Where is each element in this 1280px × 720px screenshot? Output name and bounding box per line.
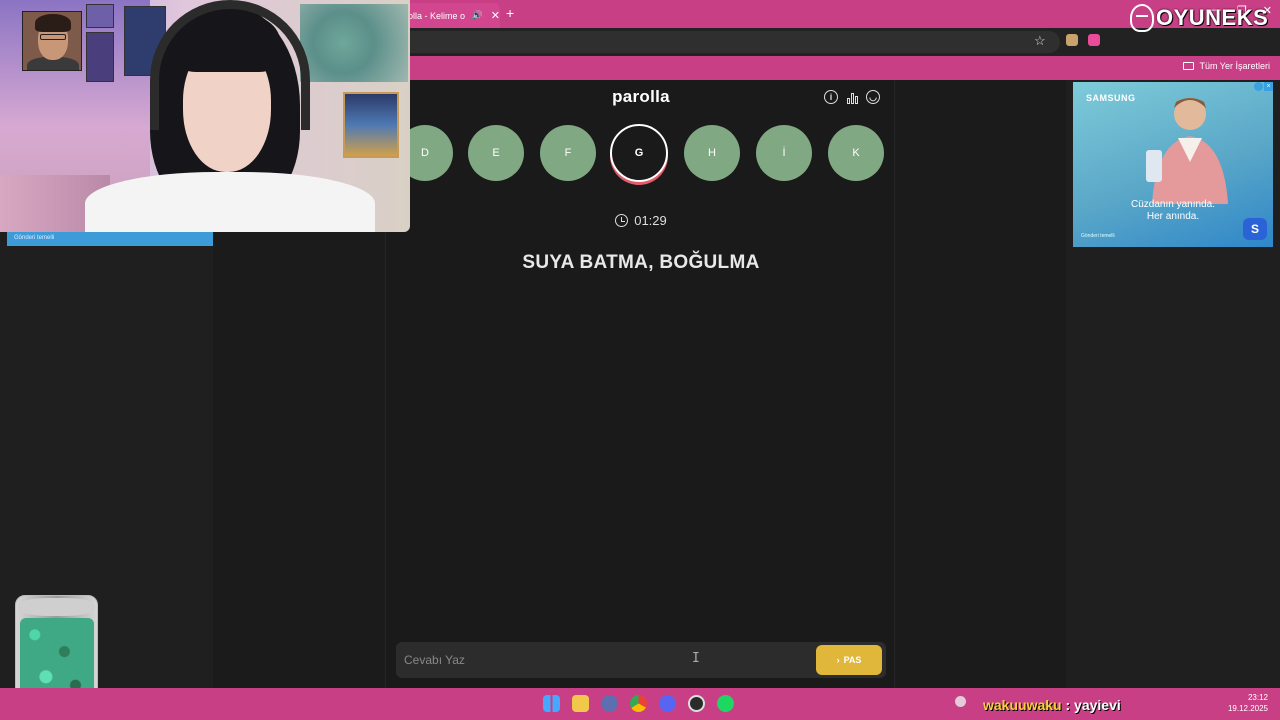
extension-icon[interactable] (1066, 34, 1078, 46)
pip-hair (35, 14, 71, 32)
letter-k: K (828, 125, 884, 181)
all-bookmarks-label: Tüm Yer İşaretleri (1199, 61, 1270, 71)
stream-name-1: wakuuwaku (983, 697, 1062, 713)
oyuneks-logo: OYUNEKS (1130, 4, 1268, 32)
extension-icon[interactable] (1088, 34, 1100, 46)
ad-person-image (1146, 98, 1228, 204)
tab-title: olla - Kelime o (408, 10, 466, 21)
browser-tab[interactable]: olla - Kelime o 🔊 ✕ (400, 3, 500, 28)
letter-i: İ (756, 125, 812, 181)
webcam-shirt (85, 172, 375, 232)
tray-icon[interactable] (955, 696, 966, 707)
url-field[interactable] (400, 31, 1060, 53)
all-bookmarks-button[interactable]: Tüm Yer İşaretleri (1183, 61, 1270, 71)
text-cursor-icon: I (692, 651, 700, 666)
taskbar-apps (543, 695, 734, 712)
ad-footer: Gönderi temelli (1081, 233, 1115, 239)
stream-name-2: yayievi (1074, 697, 1121, 713)
chrome-icon[interactable] (630, 695, 647, 712)
game-panel: parolla i ◡ D E F G H İ K 01:29 SUYA BAT… (385, 80, 895, 688)
discord-icon[interactable] (659, 695, 676, 712)
ad-brand: SAMSUNG (1086, 93, 1136, 103)
timer: 01:29 (386, 213, 896, 228)
ad-close-icon[interactable]: × (1264, 82, 1273, 91)
new-tab-button[interactable]: + (506, 5, 514, 21)
samsung-ad[interactable]: SAMSUNG Cüzdanın yanında. Her anında. Gö… (1073, 82, 1273, 247)
chevron-right-icon: › (836, 655, 840, 665)
letter-e: E (468, 125, 524, 181)
folder-icon (1183, 62, 1195, 70)
webcam-overlay (0, 0, 410, 232)
clock-date: 19.12.2025 (1227, 704, 1268, 713)
letter-wheel: D E F G H İ K (386, 80, 896, 200)
clock-icon (615, 214, 629, 227)
ad-text: Cüzdanın yanında. Her anında. (1073, 199, 1273, 223)
mascot-icon (1130, 4, 1154, 32)
samsung-wallet-logo: S (1243, 218, 1267, 240)
obs-icon[interactable] (688, 695, 705, 712)
timer-value: 01:29 (634, 213, 667, 228)
webcam-pip (22, 11, 82, 71)
pass-label: PAS (843, 655, 862, 665)
clock-time: 23:12 (1247, 693, 1268, 702)
letter-g-active: G (610, 124, 668, 182)
pass-button[interactable]: › PAS (816, 645, 882, 675)
letter-f: F (540, 125, 596, 181)
poster (86, 32, 114, 82)
extension-icons (1066, 34, 1100, 46)
ad-text-line1: Cüzdanın yanında. (1131, 199, 1215, 210)
answer-bar: I › PAS (396, 642, 886, 678)
question-text: SUYA BATMA, BOĞULMA (522, 252, 760, 273)
answer-input[interactable] (404, 649, 804, 671)
oyuneks-logo-text: OYUNEKS (1156, 5, 1269, 30)
close-icon[interactable]: ✕ (491, 9, 500, 22)
system-tray (955, 696, 966, 707)
speaker-icon[interactable]: 🔊 (472, 10, 483, 21)
jar-lid (18, 598, 95, 616)
left-ad-strip[interactable]: Gönderi temelli (7, 232, 213, 246)
headset-icon (150, 0, 310, 130)
ad-info-icon[interactable] (1254, 82, 1263, 91)
webcam-art-print (300, 4, 408, 82)
stream-overlay-name: wakuuwaku : yayievi (983, 697, 1121, 713)
app-icon[interactable] (601, 695, 618, 712)
file-explorer-icon[interactable] (572, 695, 589, 712)
stream-name-separator: : (1061, 697, 1075, 713)
bookmark-star-icon[interactable]: ☆ (1034, 33, 1046, 49)
webcam-painting (343, 92, 399, 158)
windows-start-icon[interactable] (543, 695, 560, 712)
taskbar-clock[interactable]: 23:12 19.12.2025 (1228, 692, 1268, 714)
spotify-icon[interactable] (717, 695, 734, 712)
glasses-icon (40, 34, 66, 40)
poster (86, 4, 114, 28)
letter-h: H (684, 125, 740, 181)
